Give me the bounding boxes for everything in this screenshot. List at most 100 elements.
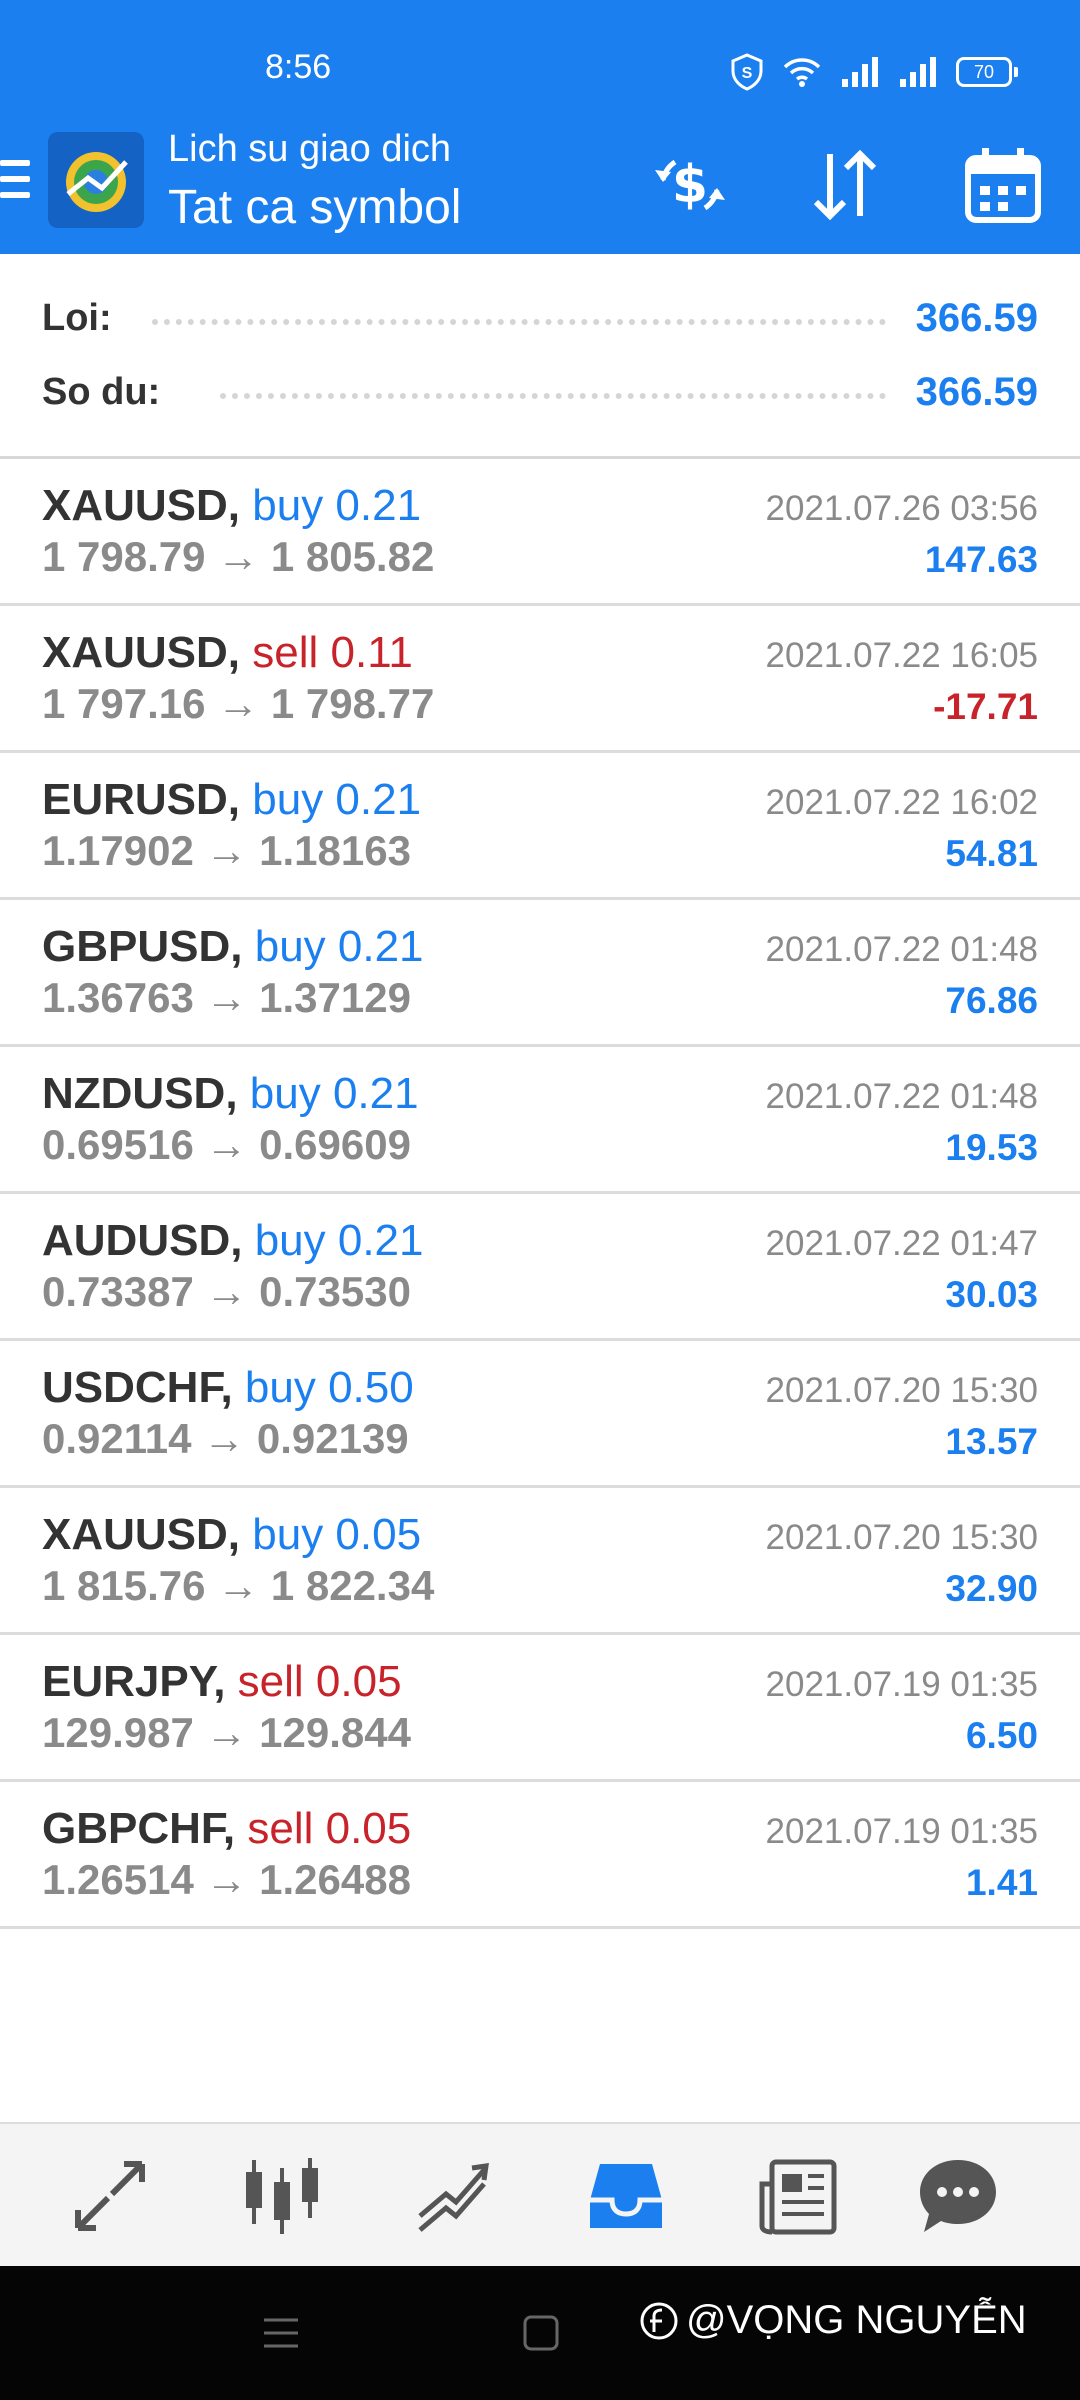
trade-profit: 19.53 (945, 1127, 1038, 1168)
trade-header: XAUUSD, sell 0.11 (42, 628, 413, 678)
menu-icon[interactable] (0, 160, 30, 206)
trade-row[interactable]: NZDUSD, buy 0.21 0.69516 → 0.69609 2021.07… (0, 1047, 1080, 1194)
trade-type: sell 0.11 (252, 628, 413, 677)
trade-header: AUDUSD, buy 0.21 (42, 1216, 424, 1266)
profit-row: Loi: 366.59 (42, 288, 1038, 348)
balance-label: So du: (42, 370, 161, 413)
trade-prices: 0.69516 → 0.69609 (42, 1121, 411, 1168)
trade-profit: 1.41 (965, 1862, 1038, 1903)
trade-icon[interactable] (412, 2154, 496, 2238)
trade-symbol: GBPCHF, (42, 1804, 236, 1853)
signal-icon (842, 57, 878, 87)
trade-prices: 1.36763 → 1.37129 (42, 974, 411, 1021)
profit-value: 366.59 (915, 295, 1038, 340)
trade-header: EURUSD, buy 0.21 (42, 775, 421, 825)
calendar-icon[interactable] (958, 140, 1048, 230)
trade-prices: 0.92114 → 0.92139 (42, 1415, 409, 1462)
appbar-subtitle: Lich su giao dich (168, 128, 452, 170)
trade-header: XAUUSD, buy 0.05 (42, 1510, 421, 1560)
trade-prices: 1 815.76 → 1 822.34 (42, 1562, 435, 1609)
trade-profit: 54.81 (945, 833, 1038, 874)
trade-row[interactable]: EURUSD, buy 0.21 1.17902 → 1.18163 2021.07… (0, 753, 1080, 900)
trade-row[interactable]: USDCHF, buy 0.50 0.92114 → 0.92139 2021.07… (0, 1341, 1080, 1488)
dot-leader (151, 319, 886, 325)
trade-prices: 1.17902 → 1.18163 (42, 827, 411, 874)
trade-row[interactable]: GBPUSD, buy 0.21 1.36763 → 1.37129 2021.07… (0, 900, 1080, 1047)
sort-icon[interactable] (800, 140, 890, 230)
trade-symbol: USDCHF, (42, 1363, 233, 1412)
signal-icon-2 (900, 57, 936, 87)
trade-row[interactable]: XAUUSD, buy 0.21 1 798.79 → 1 805.82 2021.… (0, 459, 1080, 606)
trade-type: buy 0.50 (244, 1363, 414, 1412)
trade-symbol: EURUSD, (42, 775, 241, 824)
summary-panel: Loi: 366.59 So du: 366.59 (0, 254, 1080, 459)
trade-profit: 30.03 (945, 1274, 1038, 1315)
trade-row[interactable]: XAUUSD, buy 0.05 1 815.76 → 1 822.34 2021.… (0, 1488, 1080, 1635)
trade-header: EURJPY, sell 0.05 (42, 1657, 402, 1707)
balance-value: 366.59 (915, 369, 1038, 414)
trade-type: buy 0.05 (252, 1510, 422, 1559)
chat-icon[interactable] (916, 2154, 1000, 2238)
trade-time: 2021.07.22 01:48 (765, 1077, 1038, 1116)
currency-exchange-icon[interactable]: $ (645, 140, 735, 230)
trade-symbol: NZDUSD, (42, 1069, 238, 1118)
trade-time: 2021.07.26 03:56 (765, 489, 1038, 528)
trade-prices: 129.987 → 129.844 (42, 1709, 411, 1756)
home-icon[interactable] (522, 2314, 560, 2352)
chart-icon[interactable] (240, 2154, 324, 2238)
trade-profit: -17.71 (933, 686, 1038, 727)
trade-time: 2021.07.20 15:30 (765, 1371, 1038, 1410)
trade-time: 2021.07.22 01:47 (765, 1224, 1038, 1263)
trade-prices: 1 797.16 → 1 798.77 (42, 680, 435, 727)
bottom-nav (0, 2122, 1080, 2268)
trade-symbol: XAUUSD, (42, 1510, 241, 1559)
trade-type: sell 0.05 (247, 1804, 412, 1853)
wifi-icon (783, 58, 821, 87)
app-bar: 8:56 S 70 Lich su giao dich Tat ca symbo… (0, 0, 1080, 254)
trade-symbol: EURJPY, (42, 1657, 226, 1706)
history-icon[interactable] (584, 2154, 668, 2238)
trade-header: NZDUSD, buy 0.21 (42, 1069, 419, 1119)
trade-time: 2021.07.19 01:35 (765, 1665, 1038, 1704)
appbar-title[interactable]: Tat ca symbol (168, 180, 461, 235)
recents-icon[interactable] (262, 2314, 300, 2352)
trade-time: 2021.07.22 16:05 (765, 636, 1038, 675)
trade-row[interactable]: AUDUSD, buy 0.21 0.73387 → 0.73530 2021.07… (0, 1194, 1080, 1341)
trade-symbol: XAUUSD, (42, 481, 241, 530)
watermark: @VỌNG NGUYỄN (640, 2298, 1027, 2343)
watermark-logo-icon (640, 2302, 678, 2339)
trade-profit: 32.90 (945, 1568, 1038, 1609)
trade-type: buy 0.21 (252, 775, 422, 824)
trade-time: 2021.07.22 16:02 (765, 783, 1038, 822)
trade-prices: 0.73387 → 0.73530 (42, 1268, 411, 1315)
trade-header: XAUUSD, buy 0.21 (42, 481, 421, 531)
trade-prices: 1.26514 → 1.26488 (42, 1856, 411, 1903)
trade-row[interactable]: XAUUSD, sell 0.11 1 797.16 → 1 798.77 2021… (0, 606, 1080, 753)
system-nav-bar: @VỌNG NGUYỄN (0, 2266, 1080, 2400)
trade-row[interactable]: EURJPY, sell 0.05 129.987 → 129.844 2021.0… (0, 1635, 1080, 1782)
trade-symbol: AUDUSD, (42, 1216, 243, 1265)
trade-profit: 147.63 (924, 539, 1038, 580)
trade-header: USDCHF, buy 0.50 (42, 1363, 414, 1413)
trade-type: buy 0.21 (254, 922, 424, 971)
trade-type: buy 0.21 (249, 1069, 419, 1118)
news-icon[interactable] (756, 2154, 840, 2238)
trade-row[interactable]: GBPCHF, sell 0.05 1.26514 → 1.26488 2021.0… (0, 1782, 1080, 1929)
watermark-text: @VỌNG NGUYỄN (686, 2298, 1027, 2342)
trade-type: sell 0.05 (237, 1657, 402, 1706)
trade-symbol: XAUUSD, (42, 628, 241, 677)
quotes-icon[interactable] (68, 2154, 152, 2238)
profit-label: Loi: (42, 296, 112, 339)
dot-leader (220, 393, 886, 399)
svg-text:S: S (742, 65, 753, 82)
shield-icon: S (731, 53, 763, 91)
status-time: 8:56 (265, 48, 332, 86)
status-icons: S 70 (730, 52, 1018, 92)
trade-profit: 76.86 (945, 980, 1038, 1021)
trade-time: 2021.07.22 01:48 (765, 930, 1038, 969)
trade-time: 2021.07.19 01:35 (765, 1812, 1038, 1851)
trade-header: GBPCHF, sell 0.05 (42, 1804, 411, 1854)
trade-prices: 1 798.79 → 1 805.82 (42, 533, 435, 580)
trade-time: 2021.07.20 15:30 (765, 1518, 1038, 1557)
battery-icon: 70 (956, 57, 1018, 87)
